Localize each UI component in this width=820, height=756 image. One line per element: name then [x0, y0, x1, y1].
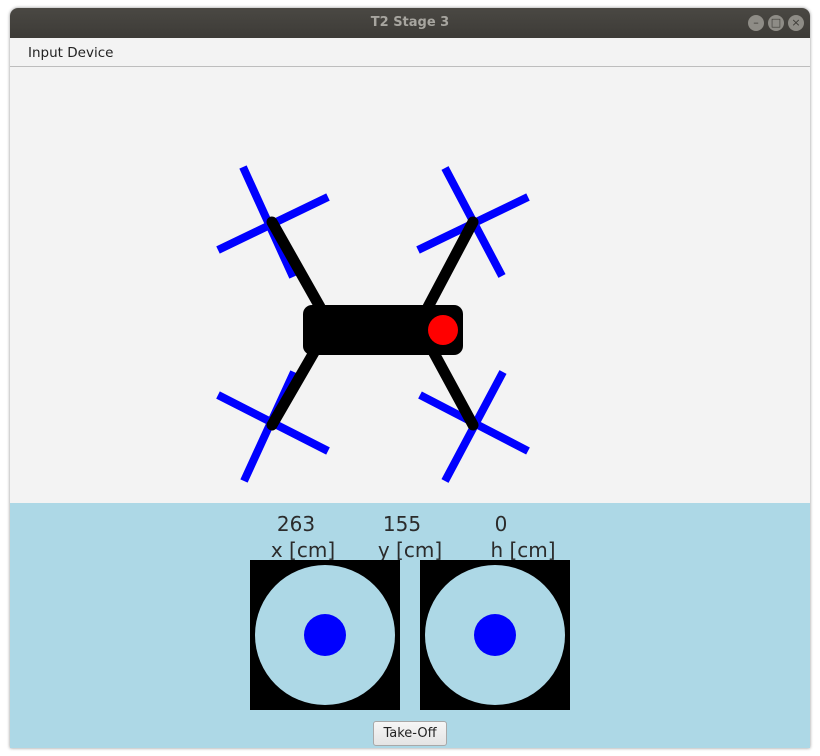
title-bar[interactable]: T2 Stage 3 – □ × — [10, 8, 810, 38]
app-window: T2 Stage 3 – □ × Input Device 263 x [cm]… — [10, 8, 810, 748]
minimize-icon: – — [753, 16, 759, 29]
drone-nose-indicator — [428, 315, 458, 345]
close-icon: × — [791, 16, 801, 29]
minimize-button[interactable]: – — [748, 15, 764, 31]
h-value: 0 — [494, 512, 508, 536]
left-joystick-knob[interactable] — [304, 614, 346, 656]
window-title: T2 Stage 3 — [370, 15, 450, 30]
control-panel: 263 x [cm] 155 y [cm] 0 h [cm] Take-Off — [10, 503, 810, 748]
maximize-icon: □ — [770, 16, 782, 29]
h-readout: 0 h [cm] — [463, 512, 583, 563]
left-joystick[interactable] — [250, 560, 400, 710]
right-joystick[interactable] — [420, 560, 570, 710]
menu-input-device[interactable]: Input Device — [18, 43, 123, 63]
drone-view — [216, 165, 530, 483]
menu-bar: Input Device — [10, 38, 810, 67]
x-value: 263 — [276, 512, 316, 536]
drone-canvas — [10, 67, 810, 503]
maximize-button[interactable]: □ — [768, 15, 784, 31]
takeoff-button[interactable]: Take-Off — [373, 721, 447, 746]
close-button[interactable]: × — [788, 15, 804, 31]
right-joystick-knob[interactable] — [474, 614, 516, 656]
